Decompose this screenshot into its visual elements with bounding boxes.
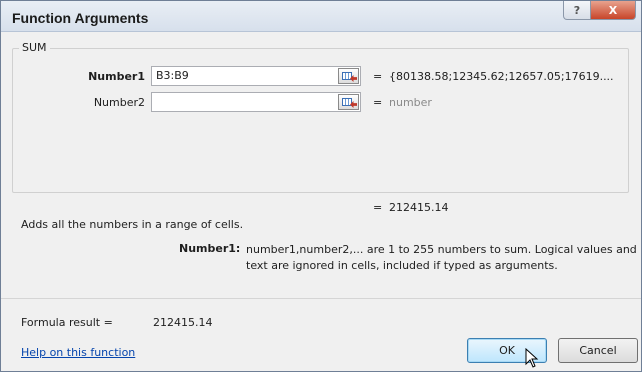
number2-collapse-button[interactable] [338, 94, 359, 110]
number1-equals: = [373, 70, 383, 83]
function-description: Adds all the numbers in a range of cells… [21, 218, 244, 231]
function-arguments-dialog: Function Arguments ? X SUM Number1 B3:B9… [0, 0, 642, 372]
close-button[interactable]: X [591, 1, 636, 20]
formula-result-label: Formula result = [21, 316, 113, 329]
number2-input[interactable] [151, 92, 361, 112]
help-on-function-link[interactable]: Help on this function [21, 346, 135, 359]
function-name: SUM [19, 41, 50, 54]
number1-value-preview: {80138.58;12345.62;12657.05;17619.... [389, 70, 614, 83]
number1-collapse-button[interactable] [338, 68, 359, 84]
window-buttons: ? X [563, 1, 636, 20]
title-bar: Function Arguments ? X [1, 1, 641, 32]
formula-result-value: 212415.14 [153, 316, 213, 329]
function-result-equals: = [373, 201, 383, 214]
number2-equals: = [373, 96, 383, 109]
number2-value-preview: number [389, 96, 432, 109]
argument-help-name: Number1: [179, 242, 241, 255]
function-result-value: 212415.14 [389, 201, 449, 214]
dialog-title: Function Arguments [12, 10, 149, 26]
argument-help-text: number1,number2,... are 1 to 255 numbers… [246, 243, 637, 272]
help-button[interactable]: ? [563, 1, 591, 20]
number2-label: Number2 [93, 96, 145, 109]
cancel-button[interactable]: Cancel [558, 338, 638, 363]
mouse-pointer-icon [525, 348, 539, 368]
divider [1, 298, 641, 299]
number1-label: Number1 [88, 70, 145, 83]
number1-input[interactable]: B3:B9 [151, 66, 361, 86]
